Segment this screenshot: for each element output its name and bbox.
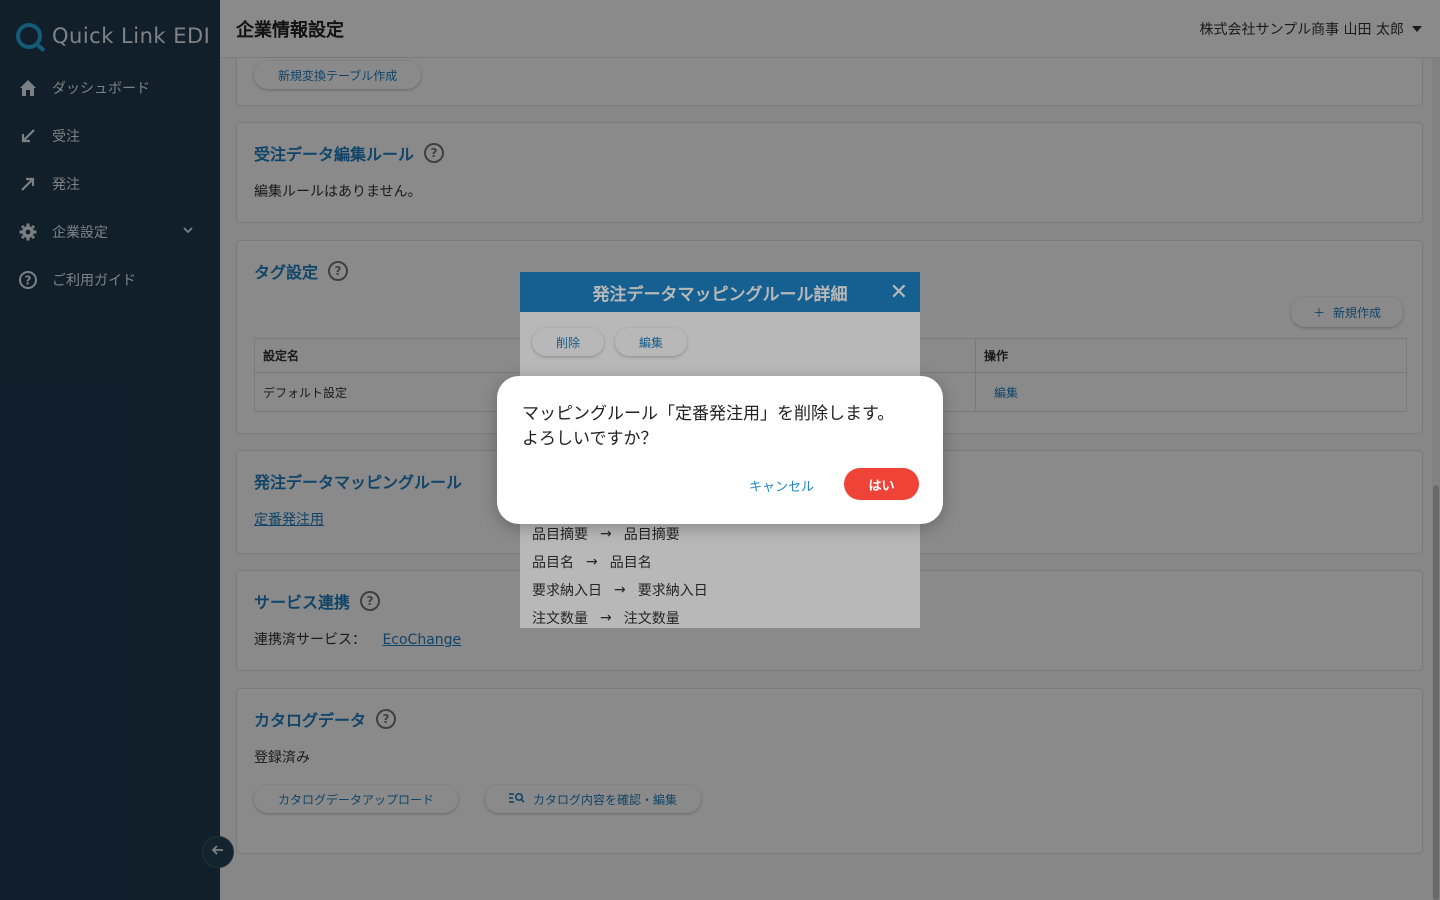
cancel-button[interactable]: キャンセル <box>749 476 814 495</box>
confirm-message-line: よろしいですか？ <box>522 429 658 449</box>
confirm-message: マッピングルール「定番発注用」を削除します。 よろしいですか？ <box>522 402 922 452</box>
delete-confirm-dialog: マッピングルール「定番発注用」を削除します。 よろしいですか？ キャンセル はい <box>497 376 943 524</box>
confirm-message-line: マッピングルール「定番発注用」を削除します。 <box>522 404 895 424</box>
confirm-yes-button[interactable]: はい <box>844 468 919 500</box>
